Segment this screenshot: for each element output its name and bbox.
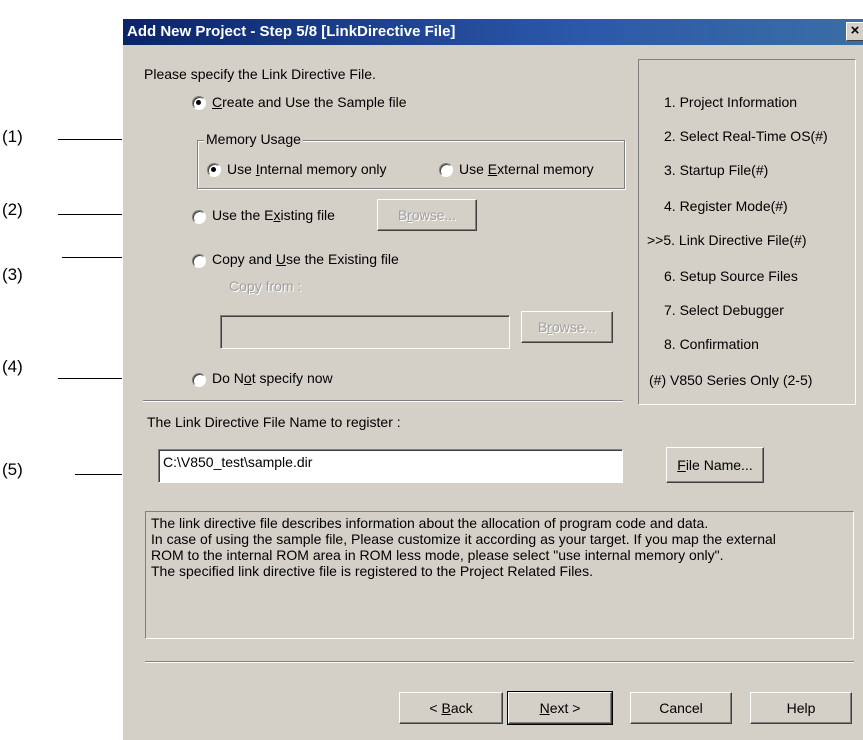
file-name-button[interactable]: File Name... xyxy=(666,447,764,483)
step-footnote: (#) V850 Series Only (2-5) xyxy=(649,372,813,388)
steps-panel: 1. Project Information 2. Select Real-Ti… xyxy=(638,59,856,405)
radio-external-memory-label[interactable]: Use External memory xyxy=(459,161,594,177)
annotation-2: (2) xyxy=(2,200,23,219)
description-line: In case of using the sample file, Please… xyxy=(151,531,776,547)
step-item: 3. Startup File(#) xyxy=(664,162,769,178)
hotkey-n: N xyxy=(539,700,550,716)
radio-create-sample-label[interactable]: Create and Use the Sample file xyxy=(212,94,407,110)
hotkey-b: B xyxy=(441,700,451,716)
back-button[interactable]: < Back xyxy=(399,692,503,724)
label-part: reate and Use the Sample file xyxy=(222,94,407,110)
label-part: se the Existing file xyxy=(285,251,399,267)
label-part: B xyxy=(397,207,408,223)
hotkey-e: E xyxy=(487,161,498,177)
label-part: Copy and xyxy=(212,251,276,267)
description-box: The link directive file describes inform… xyxy=(145,511,854,639)
hotkey-f: F xyxy=(677,457,686,473)
register-filename-input[interactable]: C:\V850_test\sample.dir xyxy=(158,449,623,483)
copy-from-input[interactable] xyxy=(220,315,510,349)
label-part: xternal memory xyxy=(497,161,594,177)
label-part: nternal memory only xyxy=(259,161,387,177)
memory-usage-legend: Memory Usage xyxy=(204,131,303,147)
close-button[interactable]: × xyxy=(846,22,863,41)
close-icon: × xyxy=(850,22,860,39)
bottom-separator xyxy=(145,661,854,663)
radio-copy-existing[interactable] xyxy=(192,254,206,268)
radio-external-memory[interactable] xyxy=(439,163,453,177)
radio-copy-existing-label[interactable]: Copy and Use the Existing file xyxy=(212,251,399,267)
label-part: Co xyxy=(229,278,247,294)
hotkey-c: C xyxy=(212,94,223,110)
description-line: ROM to the internal ROM area in ROM less… xyxy=(151,547,724,563)
hotkey-p: p xyxy=(246,278,255,294)
hotkey-o: o xyxy=(243,370,252,386)
step-item: 4. Register Mode(#) xyxy=(664,198,788,214)
copy-from-label: Copy from : xyxy=(229,278,301,294)
prompt-label: Please specify the Link Directive File. xyxy=(144,66,376,82)
step-item: 1. Project Information xyxy=(664,94,798,110)
description-line: The specified link directive file is reg… xyxy=(151,563,593,579)
annotation-3: (3) xyxy=(2,265,23,284)
radio-do-not-specify-label[interactable]: Do Not specify now xyxy=(212,370,333,386)
title-bar[interactable]: Add New Project - Step 5/8 [LinkDirectiv… xyxy=(123,19,863,45)
memory-usage-group: Memory Usage Use Internal memory only Us… xyxy=(197,131,625,189)
label-part: < xyxy=(429,700,442,716)
add-new-project-dialog: Add New Project - Step 5/8 [LinkDirectiv… xyxy=(122,18,863,740)
radio-use-existing[interactable] xyxy=(192,210,206,224)
annotation-4: (4) xyxy=(2,357,23,376)
step-item: 6. Setup Source Files xyxy=(664,268,798,284)
label-part: Use xyxy=(227,161,256,177)
label-part: Do N xyxy=(212,370,244,386)
next-button[interactable]: Next > xyxy=(507,691,613,725)
radio-internal-memory-label[interactable]: Use Internal memory only xyxy=(227,161,387,177)
dialog-title: Add New Project - Step 5/8 [LinkDirectiv… xyxy=(127,23,456,40)
label-part: t specify now xyxy=(251,370,333,386)
register-label: The Link Directive File Name to register… xyxy=(147,414,401,430)
label-part: Use the E xyxy=(212,207,274,223)
label-part: owse... xyxy=(551,319,597,335)
options-separator xyxy=(143,400,623,402)
step-item: 7. Select Debugger xyxy=(664,302,784,318)
label-part: isting file xyxy=(280,207,335,223)
radio-create-sample[interactable] xyxy=(192,96,206,110)
radio-internal-memory[interactable] xyxy=(207,163,221,177)
annotation-5: (5) xyxy=(2,460,23,479)
label-part: Use xyxy=(459,161,488,177)
step-item: 2. Select Real-Time OS(#) xyxy=(664,128,828,144)
description-line: The link directive file describes inform… xyxy=(151,515,709,531)
cancel-button[interactable]: Cancel xyxy=(630,692,732,724)
help-button[interactable]: Help xyxy=(750,692,852,724)
browse-button-copy[interactable]: Browse... xyxy=(521,311,613,343)
label-part: ack xyxy=(450,700,473,716)
label-part: y from : xyxy=(254,278,302,294)
browse-button-existing[interactable]: Browse... xyxy=(377,199,477,231)
radio-do-not-specify[interactable] xyxy=(192,373,206,387)
label-part: B xyxy=(537,319,548,335)
step-item-current: >>5. Link Directive File(#) xyxy=(647,232,807,248)
step-item: 8. Confirmation xyxy=(664,336,759,352)
hotkey-u: U xyxy=(275,251,286,267)
label-part: owse... xyxy=(411,207,457,223)
label-part: ext > xyxy=(549,700,581,716)
label-part: ile Name... xyxy=(685,457,753,473)
radio-use-existing-label[interactable]: Use the Existing file xyxy=(212,207,335,223)
annotation-1: (1) xyxy=(2,127,23,146)
